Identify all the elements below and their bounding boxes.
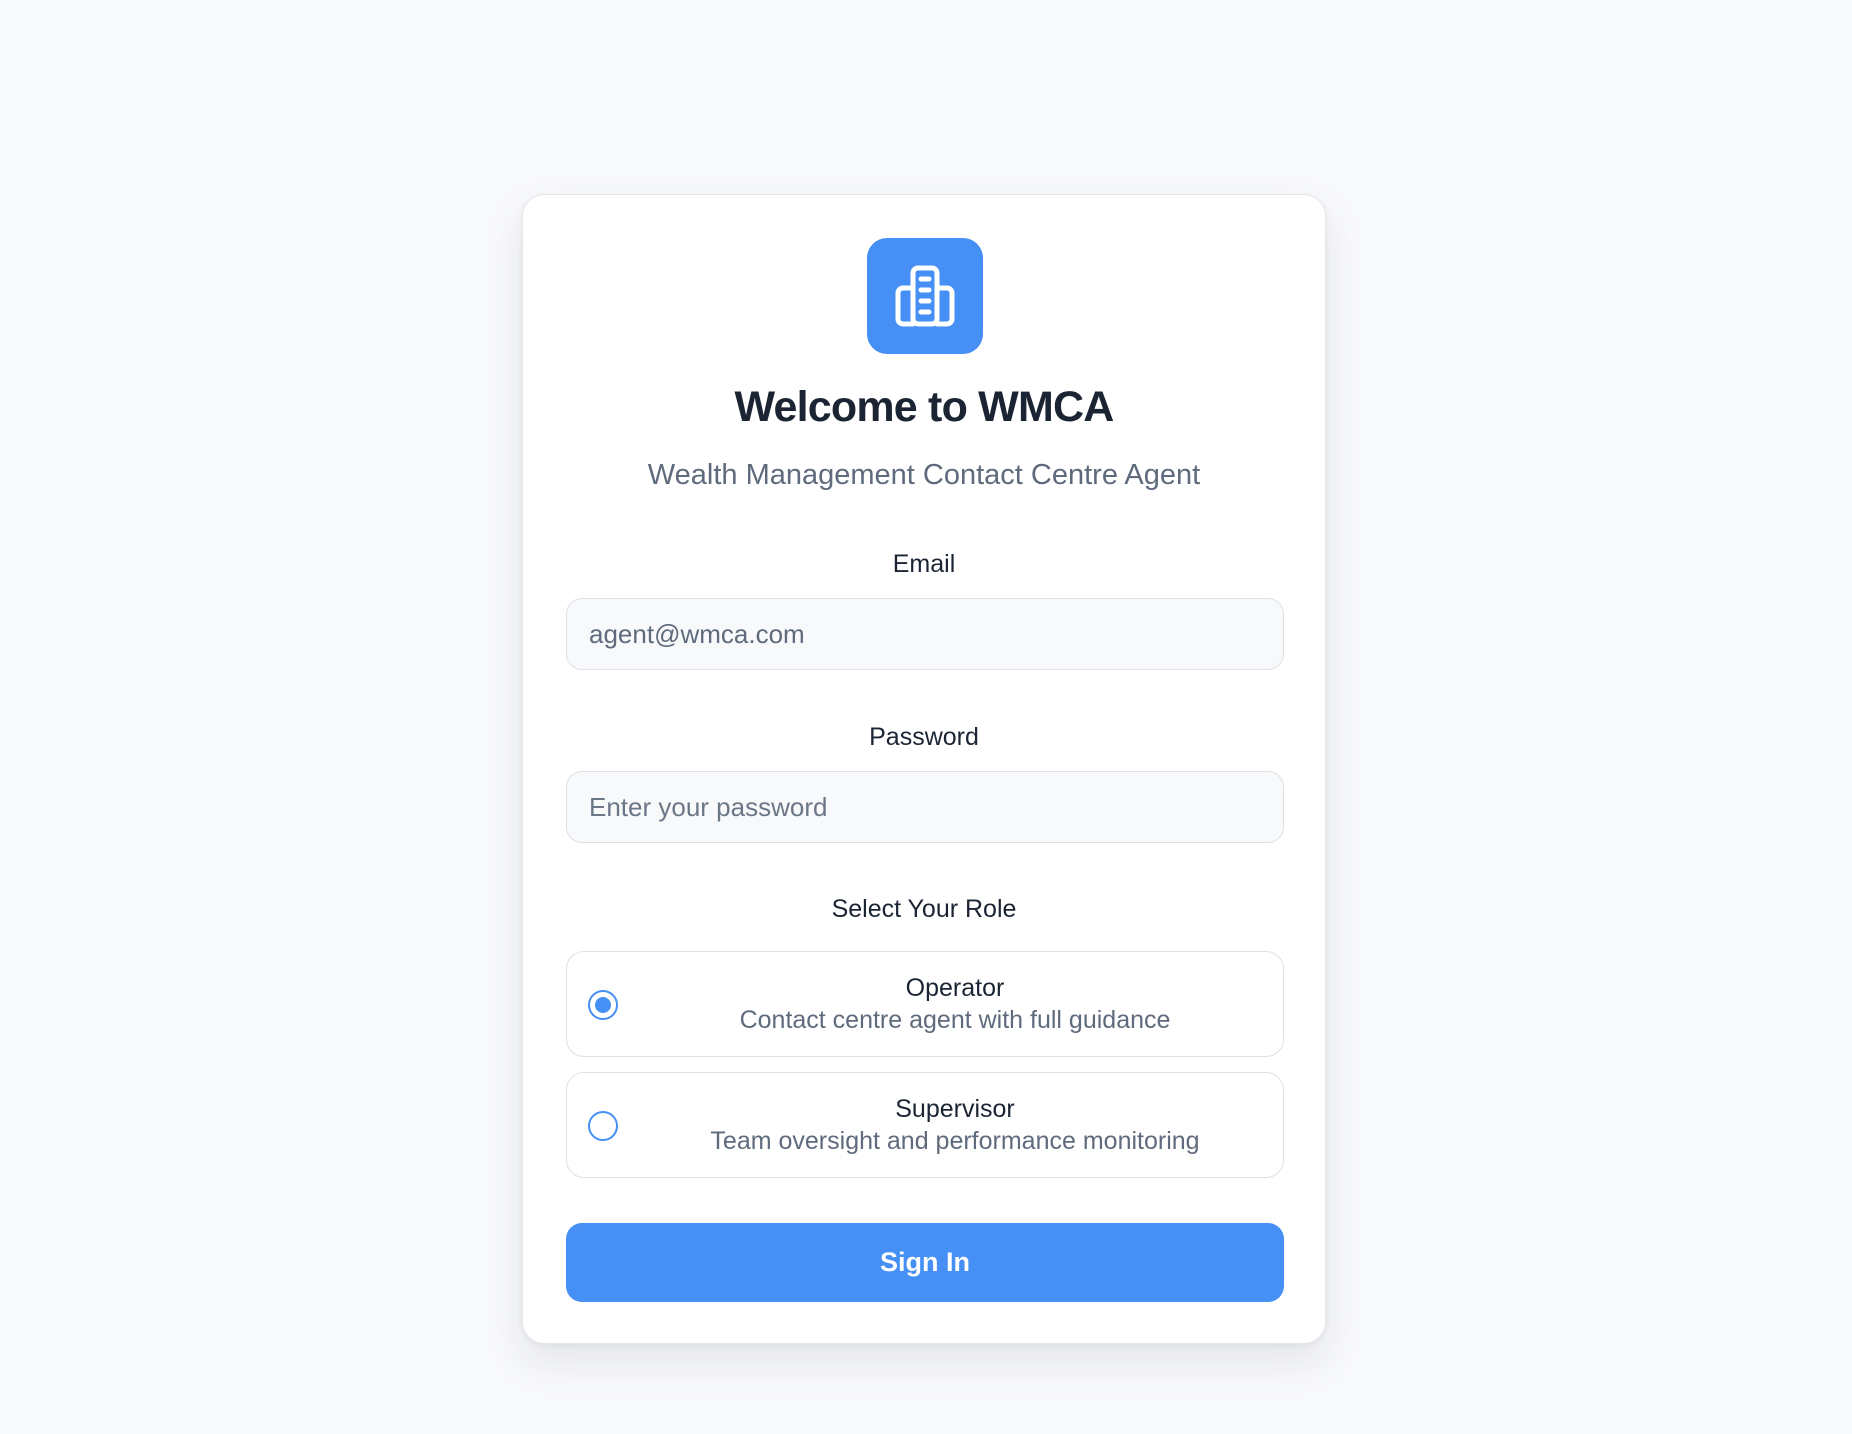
app-logo <box>867 238 983 354</box>
role-option-text: Supervisor Team oversight and performanc… <box>627 1093 1283 1157</box>
operator-radio[interactable] <box>588 990 618 1020</box>
role-option-text: Operator Contact centre agent with full … <box>627 972 1283 1036</box>
email-field[interactable] <box>566 598 1284 670</box>
role-name: Supervisor <box>895 1095 1015 1123</box>
email-label: Email <box>892 550 956 578</box>
login-card: Welcome to WMCA Wealth Management Contac… <box>522 194 1326 1344</box>
password-field[interactable] <box>566 771 1284 843</box>
sign-in-button[interactable]: Sign In <box>566 1223 1284 1302</box>
role-name: Operator <box>905 974 1005 1002</box>
role-description: Team oversight and performance monitorin… <box>710 1127 1200 1155</box>
building-icon <box>895 265 955 327</box>
role-description: Contact centre agent with full guidance <box>739 1006 1171 1034</box>
login-page: Welcome to WMCA Wealth Management Contac… <box>0 0 1852 1434</box>
supervisor-radio[interactable] <box>588 1111 618 1141</box>
role-label: Select Your Role <box>831 895 1017 923</box>
page-title: Welcome to WMCA <box>734 383 1115 431</box>
role-option-operator[interactable]: Operator Contact centre agent with full … <box>566 951 1284 1057</box>
role-option-supervisor[interactable]: Supervisor Team oversight and performanc… <box>566 1072 1284 1178</box>
password-label: Password <box>869 723 979 751</box>
page-subtitle: Wealth Management Contact Centre Agent <box>647 459 1201 491</box>
